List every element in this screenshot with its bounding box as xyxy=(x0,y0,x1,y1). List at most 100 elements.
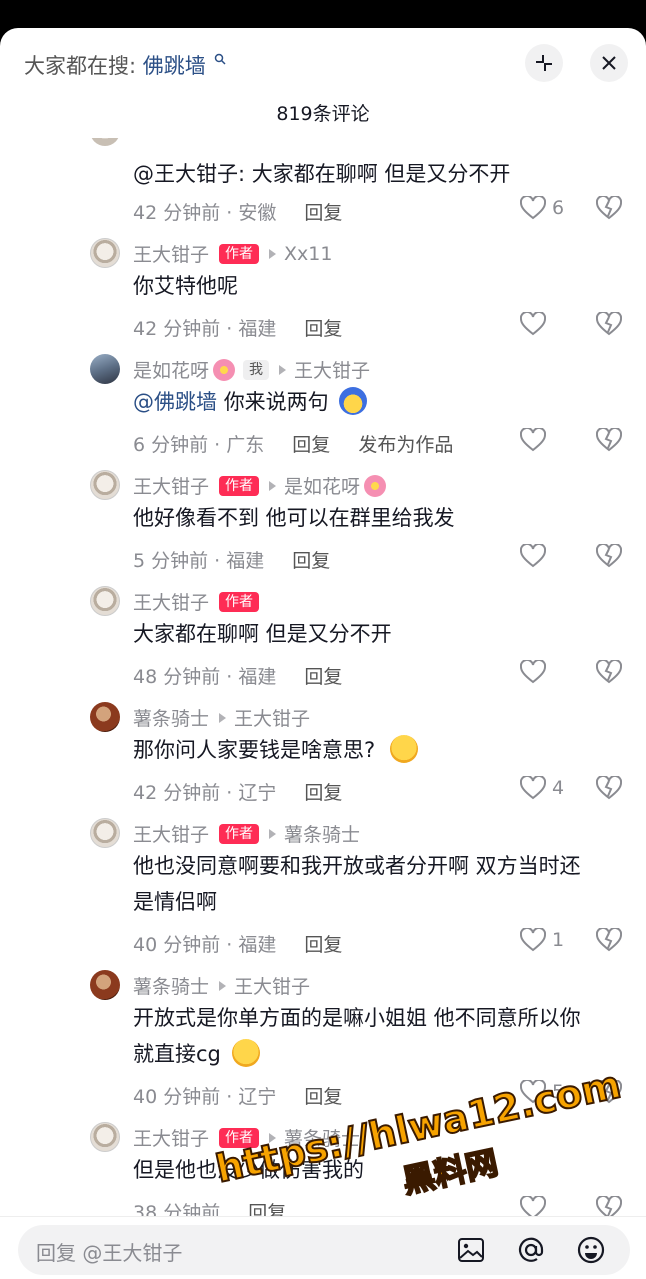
comment-time: 42 分钟前 · 福建 xyxy=(133,318,277,340)
dislike-button[interactable] xyxy=(595,542,623,572)
like-count: 1 xyxy=(552,929,565,951)
comment-text: 大家都在聊啊 但是又分不开 xyxy=(133,622,392,646)
author-name[interactable]: 王大钳子 xyxy=(133,1124,209,1151)
reply-button[interactable]: 回复 xyxy=(248,1202,286,1216)
reply-input[interactable]: 回复 @王大钳子 xyxy=(18,1225,630,1275)
dislike-button[interactable] xyxy=(595,658,623,688)
avatar[interactable] xyxy=(90,970,120,1000)
reply-to-name[interactable]: 是如花呀 xyxy=(284,472,360,499)
comment-body: 那你问人家要钱是啥意思? xyxy=(133,738,376,762)
grin-emoji-icon xyxy=(231,1039,260,1067)
comment-count: 819条评论 xyxy=(276,103,370,125)
mention-link[interactable]: @佛跳墙 xyxy=(133,390,217,414)
reply-button[interactable]: 回复 xyxy=(304,782,342,804)
like-button[interactable] xyxy=(520,428,552,452)
comment-line: 开放式是你单方面的是嘛小姐姐 他不同意所以你 xyxy=(133,1006,581,1030)
author-name[interactable]: 是如花呀 xyxy=(133,356,209,383)
like-count: 4 xyxy=(552,777,565,799)
search-keyword[interactable]: 佛跳墙 xyxy=(143,54,206,78)
dislike-button[interactable] xyxy=(595,426,623,456)
flower-emoji-icon xyxy=(213,358,236,381)
author-name[interactable]: 王大钳子 xyxy=(133,240,209,267)
collapse-button[interactable] xyxy=(525,44,563,82)
comment-header: 王大钳子 作者 Xx11 xyxy=(133,240,332,267)
like-button[interactable]: 1 xyxy=(520,928,564,952)
dislike-button[interactable] xyxy=(595,926,623,956)
me-badge: 我 xyxy=(243,359,270,380)
comment-line: 是情侣啊 xyxy=(133,890,217,914)
author-name[interactable]: 薯条骑士 xyxy=(133,972,209,999)
comment-meta: 42 分钟前 · 安徽 回复 xyxy=(133,198,342,225)
reply-button[interactable]: 回复 xyxy=(304,934,342,956)
search-suggestion[interactable]: 大家都在搜: 佛跳墙 xyxy=(24,50,226,80)
like-button[interactable] xyxy=(520,1196,552,1216)
comment-line: 就直接cg xyxy=(133,1036,623,1072)
reply-arrow-icon xyxy=(269,480,277,491)
image-icon[interactable] xyxy=(456,1235,486,1265)
reply-button[interactable]: 回复 xyxy=(292,434,330,456)
reply-to-name[interactable]: 王大钳子 xyxy=(294,356,370,383)
reply-arrow-icon xyxy=(219,712,227,723)
reply-arrow-icon xyxy=(269,828,277,839)
dislike-button[interactable] xyxy=(595,1194,623,1216)
comment-line: 他也没同意啊要和我开放或者分开啊 双方当时还 xyxy=(133,854,581,878)
reply-button[interactable]: 回复 xyxy=(304,1086,342,1108)
comment-meta: 40 分钟前 · 福建 回复 xyxy=(133,930,342,957)
like-button[interactable] xyxy=(520,544,552,568)
comment-meta: 48 分钟前 · 福建 回复 xyxy=(133,662,342,689)
collapse-icon xyxy=(536,55,552,71)
comment-text: 你艾特他呢 xyxy=(133,274,238,298)
like-button[interactable]: 4 xyxy=(520,776,564,800)
comment-text: 他好像看不到 他可以在群里给我发 xyxy=(133,506,455,530)
like-button[interactable] xyxy=(520,660,552,684)
avatar[interactable] xyxy=(90,238,120,268)
author-name[interactable]: 王大钳子 xyxy=(133,588,209,615)
author-name[interactable]: 薯条骑士 xyxy=(133,704,209,731)
comment-time: 48 分钟前 · 福建 xyxy=(133,666,277,688)
reply-button[interactable]: 回复 xyxy=(304,318,342,340)
like-button[interactable]: 6 xyxy=(520,196,564,220)
comment-text: @王大钳子: 大家都在聊啊 但是又分不开 xyxy=(133,162,511,186)
broken-heart-icon xyxy=(595,426,623,452)
comment-time: 38 分钟前 xyxy=(133,1202,221,1216)
reply-to-name[interactable]: 王大钳子 xyxy=(234,972,310,999)
dislike-button[interactable] xyxy=(595,194,623,224)
dislike-button[interactable] xyxy=(595,1078,623,1108)
dislike-button[interactable] xyxy=(595,774,623,804)
emoji-icon[interactable] xyxy=(576,1235,606,1265)
reply-to-name[interactable]: 薯条骑士 xyxy=(284,1124,360,1151)
comment-meta: 42 分钟前 · 福建 回复 xyxy=(133,314,342,341)
comment-text: 他也没同意啊要和我开放或者分开啊 双方当时还 是情侣啊 xyxy=(133,848,623,920)
author-name[interactable]: 王大钳子 xyxy=(133,472,209,499)
like-button[interactable] xyxy=(520,312,552,336)
avatar[interactable] xyxy=(90,1122,120,1152)
like-count: 6 xyxy=(552,197,565,219)
broken-heart-icon xyxy=(595,658,623,684)
close-button[interactable] xyxy=(590,44,628,82)
avatar[interactable] xyxy=(90,138,120,146)
heart-icon xyxy=(520,1196,546,1216)
reply-button[interactable]: 回复 xyxy=(304,202,342,224)
reply-to-name[interactable]: 王大钳子 xyxy=(234,704,310,731)
like-button[interactable]: 5 xyxy=(520,1080,564,1104)
publish-as-post-button[interactable]: 发布为作品 xyxy=(358,434,453,456)
avatar[interactable] xyxy=(90,818,120,848)
mention-icon[interactable] xyxy=(516,1235,546,1265)
comment-meta: 38 分钟前 回复 xyxy=(133,1198,286,1216)
avatar[interactable] xyxy=(90,586,120,616)
comment-meta: 5 分钟前 · 福建 回复 xyxy=(133,546,330,573)
comment-list[interactable]: @王大钳子: 大家都在聊啊 但是又分不开 42 分钟前 · 安徽 回复 6 王大… xyxy=(0,138,646,1216)
avatar[interactable] xyxy=(90,470,120,500)
reply-button[interactable]: 回复 xyxy=(304,666,342,688)
avatar[interactable] xyxy=(90,702,120,732)
author-name[interactable]: 王大钳子 xyxy=(133,820,209,847)
avatar[interactable] xyxy=(90,354,120,384)
reply-placeholder: 回复 @王大钳子 xyxy=(36,1241,183,1265)
reply-to-name[interactable]: Xx11 xyxy=(284,243,332,265)
author-badge: 作者 xyxy=(219,475,260,496)
comment-meta: 6 分钟前 · 广东 回复 发布为作品 xyxy=(133,430,453,457)
hug-emoji-icon xyxy=(389,735,418,763)
reply-button[interactable]: 回复 xyxy=(292,550,330,572)
reply-to-name[interactable]: 薯条骑士 xyxy=(284,820,360,847)
dislike-button[interactable] xyxy=(595,310,623,340)
